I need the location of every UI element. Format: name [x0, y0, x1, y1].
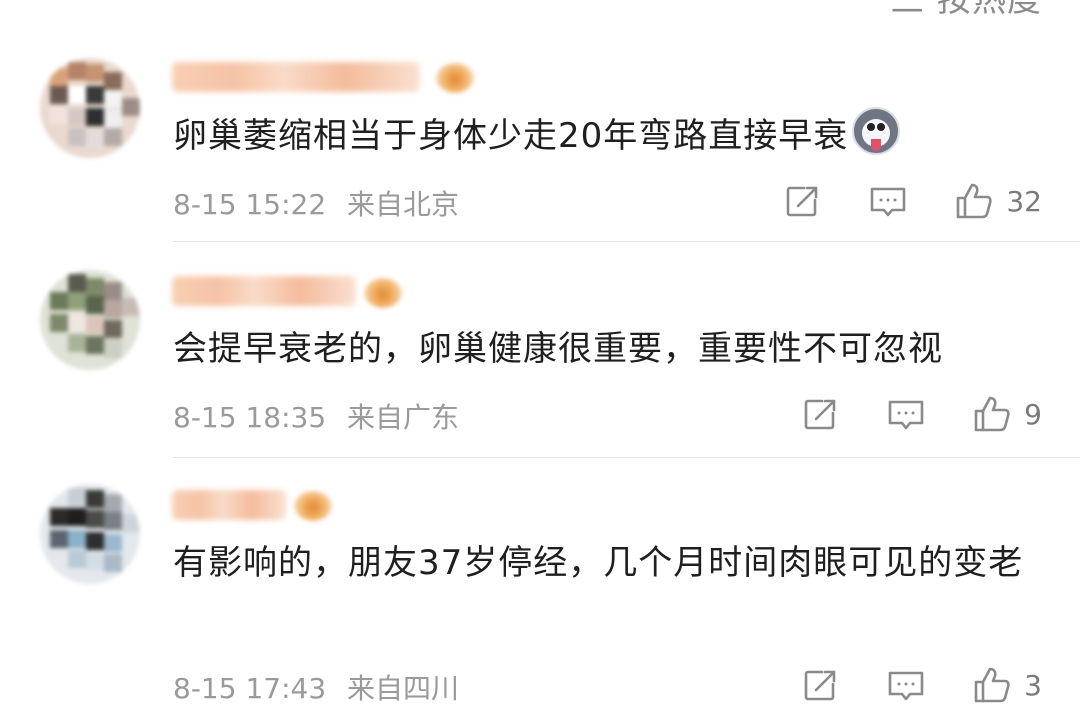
- like-count: 32: [1006, 184, 1042, 218]
- username-blurred[interactable]: [172, 62, 420, 92]
- avatar[interactable]: [40, 484, 140, 584]
- thumbs-up-icon[interactable]: [972, 394, 1012, 434]
- comment-icon[interactable]: [886, 665, 926, 705]
- comment-text: 卵巢萎缩相当于身体少走20年弯路直接早衰: [173, 107, 1040, 165]
- comment-text: 有影响的，朋友37岁停经，几个月时间肉眼可见的变老: [173, 534, 1040, 592]
- comment-location: 来自四川: [347, 672, 460, 705]
- avatar[interactable]: [40, 58, 140, 158]
- comment-meta: 8-15 15:22 来自北京: [173, 183, 459, 223]
- comment-divider: [173, 241, 1080, 242]
- username-blurred[interactable]: [172, 490, 286, 520]
- comment-text: 会提早衰老的，卵巢健康很重要，重要性不可忽视: [173, 320, 1040, 378]
- share-icon[interactable]: [782, 181, 822, 221]
- comment-meta: 8-15 18:35 来自广东: [173, 396, 459, 436]
- comment-divider: [173, 457, 1080, 458]
- comment-icon[interactable]: [886, 394, 926, 434]
- thumbs-up-icon[interactable]: [954, 181, 994, 221]
- member-badge-icon: [364, 278, 402, 308]
- comment-time: 8-15 18:35: [173, 401, 327, 434]
- comment-text-body: 卵巢萎缩相当于身体少走20年弯路直接早衰: [173, 116, 849, 156]
- comment-actions: 32: [782, 179, 1042, 223]
- comment-time: 8-15 15:22: [173, 188, 327, 221]
- share-icon[interactable]: [800, 394, 840, 434]
- husky-emoji-icon: [852, 107, 901, 155]
- comment-actions: 9: [800, 392, 1042, 436]
- like-count: 3: [1024, 668, 1042, 702]
- comment-icon[interactable]: [868, 181, 908, 221]
- comment-meta: 8-15 17:43 来自四川: [173, 667, 459, 707]
- sort-by-hot-button[interactable]: 三 按热度: [890, 0, 1042, 21]
- comment-location: 来自北京: [347, 188, 460, 221]
- comment-text-body: 有影响的，朋友37岁停经，几个月时间肉眼可见的变老: [173, 543, 1024, 583]
- comment-text-body: 会提早衰老的，卵巢健康很重要，重要性不可忽视: [173, 329, 943, 369]
- thumbs-up-icon[interactable]: [972, 665, 1012, 705]
- comment-actions: 3: [800, 663, 1042, 707]
- like-count: 9: [1024, 397, 1042, 431]
- comment-location: 来自广东: [347, 401, 460, 434]
- member-badge-icon: [436, 63, 474, 93]
- username-blurred[interactable]: [172, 276, 356, 306]
- share-icon[interactable]: [800, 665, 840, 705]
- comment-time: 8-15 17:43: [173, 672, 327, 705]
- member-badge-icon: [294, 491, 332, 521]
- avatar[interactable]: [40, 270, 140, 370]
